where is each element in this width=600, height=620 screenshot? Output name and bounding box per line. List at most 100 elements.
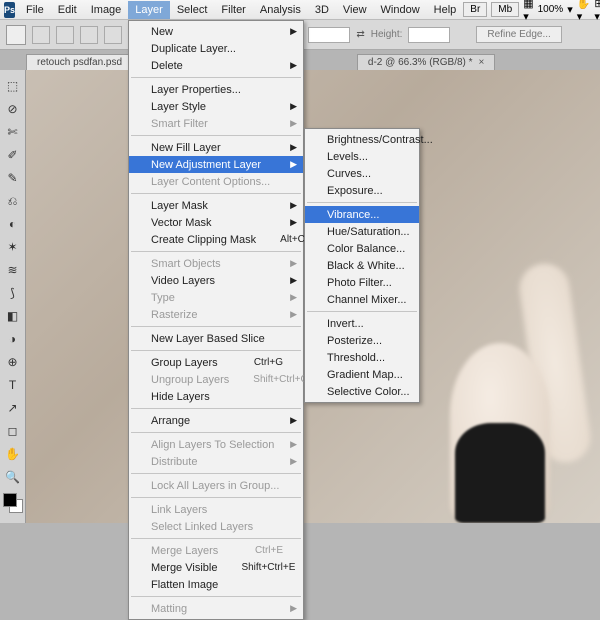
adjustment-submenu-item[interactable]: Vibrance... [305, 206, 419, 223]
adjustment-submenu-item[interactable]: Color Balance... [305, 240, 419, 257]
tool-14[interactable]: T [2, 374, 24, 396]
layer-menu-item: Matting ▶ [129, 600, 303, 617]
layer-menu-item[interactable]: Duplicate Layer... [129, 40, 303, 57]
tool-6[interactable]: ⎌ [2, 190, 24, 212]
tool-16[interactable]: ◻ [2, 420, 24, 442]
new-adjustment-layer-submenu: Brightness/Contrast...Levels...Curves...… [304, 128, 420, 403]
menu-help[interactable]: Help [427, 1, 464, 19]
layer-menu-item[interactable]: Arrange▶ [129, 412, 303, 429]
adjustment-submenu-item[interactable]: Threshold... [305, 349, 419, 366]
mb-button[interactable]: Mb [491, 2, 519, 17]
layer-menu-item: Align Layers To Selection▶ [129, 436, 303, 453]
tool-18[interactable]: 🔍 [2, 466, 24, 488]
adjustment-submenu-item[interactable]: Curves... [305, 165, 419, 182]
adjustment-submenu-item[interactable]: Gradient Map... [305, 366, 419, 383]
menu-analysis[interactable]: Analysis [253, 1, 308, 19]
layer-menu-item[interactable]: Video Layers▶ [129, 272, 303, 289]
adjustment-submenu-item[interactable]: Photo Filter... [305, 274, 419, 291]
tool-4[interactable]: ✐ [2, 144, 24, 166]
close-icon[interactable]: × [479, 57, 485, 68]
menu-view[interactable]: View [336, 1, 374, 19]
tool-17[interactable]: ✋ [2, 443, 24, 465]
tool-1[interactable]: ⬚ [2, 75, 24, 97]
adjustment-submenu-item[interactable]: Levels... [305, 148, 419, 165]
image-content [400, 243, 580, 523]
tool-13[interactable]: ⊕ [2, 351, 24, 373]
menu-image[interactable]: Image [84, 1, 129, 19]
layer-menu-item[interactable]: Flatten Image [129, 576, 303, 593]
refine-edge-button[interactable]: Refine Edge... [476, 26, 561, 43]
br-button[interactable]: Br [463, 2, 487, 17]
separator [307, 311, 417, 312]
layer-menu-item: Rasterize▶ [129, 306, 303, 323]
menu-item-label: Photo Filter... [327, 277, 392, 289]
tool-9[interactable]: ≋ [2, 259, 24, 281]
tool-15[interactable]: ↗ [2, 397, 24, 419]
layer-menu-item[interactable]: Delete▶ [129, 57, 303, 74]
grid-icon[interactable]: ▦ ▾ [523, 0, 533, 23]
layer-menu-item[interactable]: Merge VisibleShift+Ctrl+E [129, 559, 303, 576]
view-icon[interactable]: ⊞ ▾ [594, 0, 600, 23]
layer-menu-item[interactable]: New▶ [129, 23, 303, 40]
menu-window[interactable]: Window [374, 1, 427, 19]
menu-item-label: Align Layers To Selection [151, 439, 274, 451]
menu-3d[interactable]: 3D [308, 1, 336, 19]
swap-icon[interactable]: ⇄ [356, 29, 364, 40]
height-field[interactable] [408, 27, 450, 43]
tool-8[interactable]: ✶ [2, 236, 24, 258]
tool-3[interactable]: ✄ [2, 121, 24, 143]
menu-item-label: Matting [151, 603, 187, 615]
menu-filter[interactable]: Filter [214, 1, 252, 19]
layer-menu-item[interactable]: Hide Layers [129, 388, 303, 405]
hand-icon[interactable]: ✋ ▾ [577, 0, 591, 23]
layer-menu-item[interactable]: Vector Mask▶ [129, 214, 303, 231]
layer-menu-item[interactable]: New Adjustment Layer▶ [129, 156, 303, 173]
tool-2[interactable]: ⊘ [2, 98, 24, 120]
selection-new-icon[interactable] [32, 26, 50, 44]
adjustment-submenu-item[interactable]: Black & White... [305, 257, 419, 274]
layer-menu-item: Type▶ [129, 289, 303, 306]
menu-item-label: Channel Mixer... [327, 294, 406, 306]
tab-document-2[interactable]: d-2 @ 66.3% (RGB/8) * × [357, 54, 495, 70]
submenu-arrow-icon: ▶ [290, 217, 297, 228]
layer-menu-item[interactable]: Layer Mask▶ [129, 197, 303, 214]
adjustment-submenu-item[interactable]: Selective Color... [305, 383, 419, 400]
layer-menu-item: Select Linked Layers [129, 518, 303, 535]
selection-intersect-icon[interactable] [104, 26, 122, 44]
menu-item-label: Link Layers [151, 504, 207, 516]
selection-subtract-icon[interactable] [80, 26, 98, 44]
tool-10[interactable]: ⟆ [2, 282, 24, 304]
tool-5[interactable]: ✎ [2, 167, 24, 189]
tool-7[interactable]: ◐ [2, 213, 24, 235]
adjustment-submenu-item[interactable]: Hue/Saturation... [305, 223, 419, 240]
foreground-background-colors[interactable] [3, 493, 23, 513]
selection-add-icon[interactable] [56, 26, 74, 44]
adjustment-submenu-item[interactable]: Channel Mixer... [305, 291, 419, 308]
zoom-dropdown-icon[interactable]: ▾ [567, 3, 573, 16]
menu-layer[interactable]: Layer [128, 1, 170, 19]
layer-menu-item[interactable]: Create Clipping MaskAlt+Ctrl+G [129, 231, 303, 248]
adjustment-submenu-item[interactable]: Brightness/Contrast... [305, 131, 419, 148]
zoom-level[interactable]: 100% [538, 4, 564, 15]
tool-11[interactable]: ◧ [2, 305, 24, 327]
menu-edit[interactable]: Edit [51, 1, 84, 19]
layer-menu-item[interactable]: Group LayersCtrl+G [129, 354, 303, 371]
adjustment-submenu-item[interactable]: Invert... [305, 315, 419, 332]
adjustment-submenu-item[interactable]: Exposure... [305, 182, 419, 199]
menu-file[interactable]: File [19, 1, 51, 19]
layer-menu-item[interactable]: Layer Style▶ [129, 98, 303, 115]
submenu-arrow-icon: ▶ [290, 258, 297, 269]
layer-menu-item[interactable]: New Layer Based Slice [129, 330, 303, 347]
tool-preset-icon[interactable] [6, 25, 26, 45]
layer-menu-item: Smart Filter▶ [129, 115, 303, 132]
separator [131, 193, 301, 194]
adjustment-submenu-item[interactable]: Posterize... [305, 332, 419, 349]
layer-menu-item[interactable]: Layer Properties... [129, 81, 303, 98]
separator [131, 497, 301, 498]
menu-select[interactable]: Select [170, 1, 215, 19]
layer-menu-item[interactable]: New Fill Layer▶ [129, 139, 303, 156]
tool-12[interactable]: ◑ [2, 328, 24, 350]
separator [131, 135, 301, 136]
submenu-arrow-icon: ▶ [290, 603, 297, 614]
width-field[interactable] [308, 27, 350, 43]
